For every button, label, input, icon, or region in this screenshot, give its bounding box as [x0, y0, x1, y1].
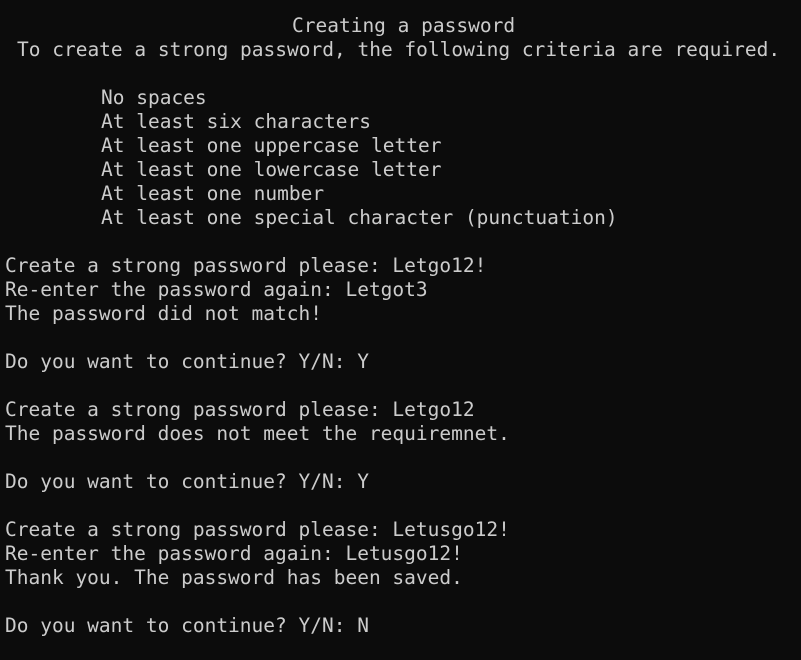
password-prompt: Create a strong password please: Letusgo… [5, 518, 510, 541]
mismatch-message: The password did not match! [5, 302, 322, 325]
requirement-error-message: The password does not meet the requiremn… [5, 422, 510, 445]
page-title: Creating a password [292, 14, 516, 37]
intro-text: To create a strong password, the followi… [17, 38, 781, 61]
criteria-item: At least six characters [101, 110, 372, 133]
console-window: Creating a password To create a strong p… [0, 0, 801, 660]
continue-prompt: Do you want to continue? Y/N: Y [5, 350, 369, 373]
criteria-item: At least one number [101, 182, 325, 205]
reenter-prompt: Re-enter the password again: Letgot3 [5, 278, 428, 301]
saved-message: Thank you. The password has been saved. [5, 566, 463, 589]
password-prompt: Create a strong password please: Letgo12… [5, 254, 487, 277]
password-prompt: Create a strong password please: Letgo12 [5, 398, 475, 421]
continue-prompt: Do you want to continue? Y/N: Y [5, 470, 369, 493]
criteria-item: No spaces [101, 86, 207, 109]
criteria-item: At least one special character (punctuat… [101, 206, 618, 229]
criteria-item: At least one uppercase letter [101, 134, 442, 157]
continue-prompt[interactable]: Do you want to continue? Y/N: N [0, 614, 801, 638]
reenter-prompt: Re-enter the password again: Letusgo12! [5, 542, 463, 565]
criteria-item: At least one lowercase letter [101, 158, 442, 181]
